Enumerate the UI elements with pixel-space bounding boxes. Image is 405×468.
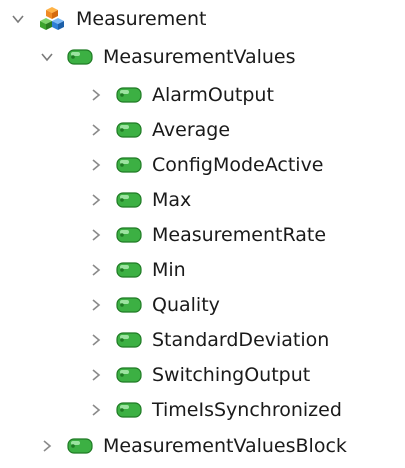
tree-node-label: TimeIsSynchronized [152, 399, 342, 421]
tree-node-label: Average [152, 119, 231, 141]
tree-node-label: Measurement [76, 8, 207, 30]
chevron-right-icon[interactable] [86, 225, 106, 245]
tree-node-average[interactable]: Average [86, 113, 230, 147]
tree-node-measurementrate[interactable]: MeasurementRate [86, 218, 326, 252]
chevron-right-icon[interactable] [86, 155, 106, 175]
chevron-right-icon[interactable] [86, 190, 106, 210]
tree-node-min[interactable]: Min [86, 253, 186, 287]
tree-node-max[interactable]: Max [86, 183, 191, 217]
chevron-down-icon[interactable] [8, 9, 28, 29]
tree-node-switchingoutput[interactable]: SwitchingOutput [86, 358, 310, 392]
green-tag-icon [116, 226, 142, 244]
tree-node-measurement[interactable]: Measurement [8, 2, 206, 36]
tree-node-label: Quality [152, 294, 220, 316]
tree-node-label: ConfigModeActive [152, 154, 324, 176]
tree-node-quality[interactable]: Quality [86, 288, 220, 322]
green-tag-icon [116, 191, 142, 209]
tree-node-label: MeasurementValues [103, 46, 296, 68]
tree-node-configmodeactive[interactable]: ConfigModeActive [86, 148, 324, 182]
green-tag-icon [67, 437, 93, 455]
chevron-right-icon[interactable] [86, 260, 106, 280]
tree-node-measurementvaluesblock[interactable]: MeasurementValuesBlock [37, 429, 347, 463]
green-tag-icon [116, 156, 142, 174]
chevron-right-icon[interactable] [37, 436, 57, 456]
chevron-down-icon[interactable] [37, 47, 57, 67]
tree-node-label: Min [152, 259, 186, 281]
green-tag-icon [116, 296, 142, 314]
green-tag-icon [67, 48, 93, 66]
tree-node-label: SwitchingOutput [152, 364, 311, 386]
tree-node-timeissynchronized[interactable]: TimeIsSynchronized [86, 393, 342, 427]
tree-node-label: AlarmOutput [152, 84, 274, 106]
green-tag-icon [116, 86, 142, 104]
chevron-right-icon[interactable] [86, 120, 106, 140]
green-tag-icon [116, 261, 142, 279]
chevron-right-icon[interactable] [86, 85, 106, 105]
tree-node-label: MeasurementValuesBlock [103, 435, 347, 457]
tree-node-measurementvalues[interactable]: MeasurementValues [37, 40, 296, 74]
tree-node-label: Max [152, 189, 192, 211]
tree-view: Measurement MeasurementValues AlarmOutpu… [0, 0, 405, 468]
cubes-icon [38, 6, 66, 32]
green-tag-icon [116, 121, 142, 139]
tree-node-label: MeasurementRate [152, 224, 327, 246]
green-tag-icon [116, 401, 142, 419]
tree-node-standarddeviation[interactable]: StandardDeviation [86, 323, 329, 357]
green-tag-icon [116, 366, 142, 384]
tree-node-label: StandardDeviation [152, 329, 330, 351]
tree-node-alarmoutput[interactable]: AlarmOutput [86, 78, 274, 112]
chevron-right-icon[interactable] [86, 400, 106, 420]
chevron-right-icon[interactable] [86, 365, 106, 385]
green-tag-icon [116, 331, 142, 349]
chevron-right-icon[interactable] [86, 295, 106, 315]
chevron-right-icon[interactable] [86, 330, 106, 350]
